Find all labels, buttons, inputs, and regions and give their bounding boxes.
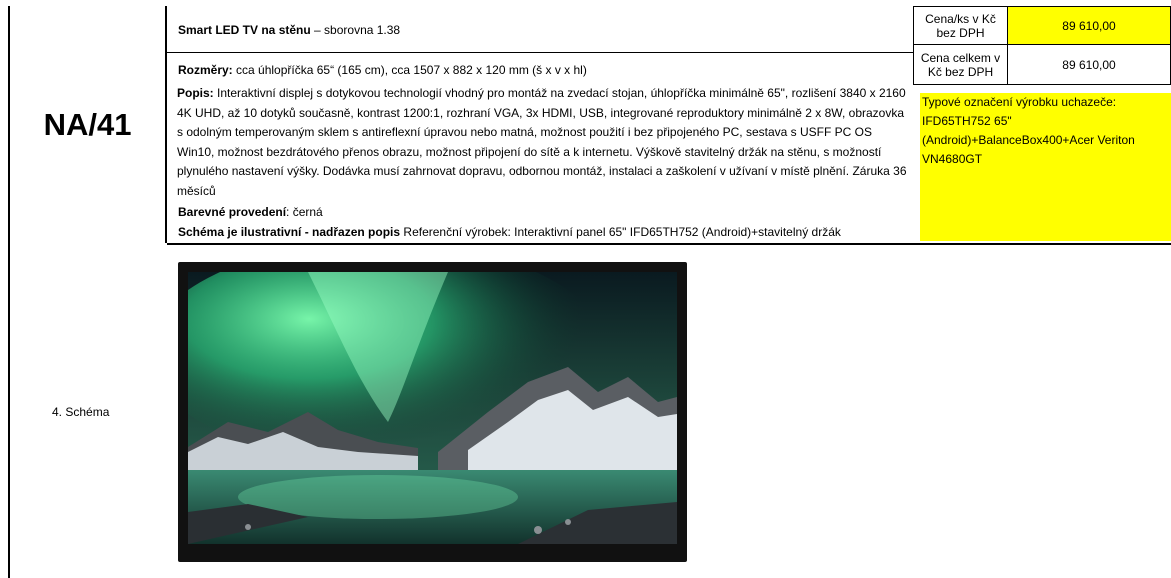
- item-title-rest: – sborovna 1.38: [310, 23, 401, 37]
- color-label: Barevné provedení: [178, 205, 287, 219]
- color-text: : černá: [286, 205, 323, 219]
- description: Popis: Interaktivní displej s dotykovou …: [177, 84, 909, 208]
- description-text: Interaktivní displej s dotykovou technol…: [177, 86, 907, 198]
- unit-price-label: Cena/ks v Kč bez DPH: [913, 6, 1008, 45]
- aurora-landscape: [188, 272, 677, 544]
- dimensions-text: cca úhlopříčka 65“ (165 cm), cca 1507 x …: [232, 63, 587, 77]
- description-label: Popis:: [177, 86, 214, 100]
- dimensions-label: Rozměry:: [178, 63, 233, 77]
- schema-note: Schéma je ilustrativní - nadřazen popis …: [178, 222, 841, 242]
- column-divider: [165, 6, 167, 243]
- item-title-bold: Smart LED TV na stěnu: [178, 23, 311, 37]
- row-divider-bottom: [167, 243, 1171, 245]
- total-price-value: 89 610,00: [1007, 44, 1171, 85]
- schema-label: 4. Schéma: [52, 405, 110, 419]
- schema-note-bold: Schéma je ilustrativní - nadřazen popis: [178, 225, 401, 239]
- product-designation: Typové označení výrobku uchazeče: IFD65T…: [920, 93, 1171, 241]
- color-line: Barevné provedení: černá: [178, 202, 323, 222]
- item-code: NA/41: [10, 6, 165, 243]
- row-divider-title: [167, 52, 913, 53]
- tv-image: [178, 262, 687, 562]
- unit-price-value: 89 610,00: [1007, 6, 1171, 45]
- price-table: Cena/ks v Kč bez DPH 89 610,00 Cena celk…: [913, 6, 1171, 85]
- schema-note-text: Referenční výrobek: Interaktivní panel 6…: [400, 225, 841, 239]
- item-title: Smart LED TV na stěnu – sborovna 1.38: [178, 20, 400, 40]
- total-price-label: Cena celkem v Kč bez DPH: [913, 44, 1008, 85]
- dimensions-line: Rozměry: cca úhlopříčka 65“ (165 cm), cc…: [178, 60, 587, 80]
